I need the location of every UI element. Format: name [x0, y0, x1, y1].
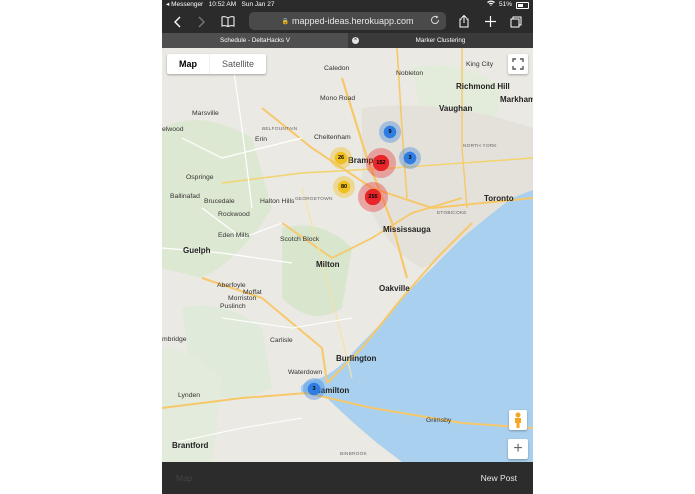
fullscreen-icon — [512, 58, 524, 70]
new-post-button[interactable]: New Post — [481, 462, 517, 494]
map-label-ballinafad: Ballinafad — [170, 193, 200, 200]
fullscreen-button[interactable] — [508, 54, 528, 74]
pegman-icon — [515, 412, 521, 428]
wifi-icon — [486, 0, 495, 10]
map-label-north-york: NORTH YORK — [463, 144, 497, 149]
map-label-halton-hills: Halton Hills — [260, 198, 295, 205]
battery-percent: 51% — [498, 1, 512, 8]
map-label-elwood: elwood — [162, 126, 184, 133]
map-label-waterdown: Waterdown — [288, 369, 323, 376]
ipad-screen: ◂ Messenger 10:52 AM Sun Jan 27 51% 🔒 ma… — [162, 0, 533, 494]
status-date: Sun Jan 27 — [241, 1, 275, 8]
map-label-rockwood: Rockwood — [218, 211, 250, 218]
map-label-king-city: King City — [466, 61, 494, 68]
map-type-map-button[interactable]: Map — [167, 54, 209, 74]
lock-icon: 🔒 — [281, 18, 289, 25]
map-label-brucedale: Brucedale — [204, 198, 235, 205]
new-tab-plus-icon[interactable] — [483, 10, 497, 33]
map-label-belfountain: BELFOUNTAIN — [262, 127, 298, 132]
map-type-control: Map Satellite — [167, 54, 267, 74]
google-map[interactable]: Map Satellite Nobleton King City Richmon… — [162, 48, 533, 462]
marker-cluster[interactable]: 3 — [399, 147, 421, 169]
map-label-markham: Markham — [500, 95, 533, 104]
map-label-brantford: Brantford — [172, 441, 209, 450]
zoom-in-button[interactable]: + — [508, 439, 528, 459]
marker-cluster[interactable]: 152 — [366, 148, 396, 178]
marker-cluster[interactable]: 26 — [330, 147, 352, 169]
url-text: mapped-ideas.herokuapp.com — [291, 16, 414, 26]
map-label-mono-road: Mono Road — [320, 95, 356, 102]
tabs-overview-icon[interactable] — [509, 10, 523, 33]
map-label-nobleton: Nobleton — [396, 70, 424, 77]
map-label-richmond-hill: Richmond Hill — [456, 82, 510, 91]
app-bottom-bar: Map New Post — [162, 462, 533, 494]
map-label-georgetown: GEORGETOWN — [295, 197, 333, 202]
map-label-binbrook: BINBROOK — [340, 452, 367, 457]
bottom-map-link[interactable]: Map — [176, 462, 193, 494]
status-bar: ◂ Messenger 10:52 AM Sun Jan 27 51% — [162, 0, 533, 10]
map-label-oakville: Oakville — [379, 284, 410, 293]
status-time: 10:52 AM — [208, 1, 237, 8]
map-label-caledon: Caledon — [324, 65, 350, 72]
map-label-vaughan: Vaughan — [439, 104, 473, 113]
map-label-morriston: Morriston — [228, 295, 257, 302]
map-label-ospringe: Ospringe — [186, 174, 214, 181]
map-label-etobicoke: ETOBICOKE — [437, 211, 467, 216]
map-label-mississauga: Mississauga — [383, 225, 431, 234]
marker-cluster[interactable]: 3 — [303, 378, 325, 400]
browser-toolbar: 🔒 mapped-ideas.herokuapp.com — [162, 10, 533, 33]
reload-icon[interactable] — [430, 15, 440, 27]
battery-icon — [516, 1, 529, 9]
map-label-guelph: Guelph — [183, 246, 211, 255]
map-label-cambridge: mbridge — [162, 336, 187, 343]
marker-cluster[interactable]: 80 — [333, 176, 355, 198]
tab-schedule-deltahacks[interactable]: Schedule - DeltaHacks V — [162, 33, 348, 48]
map-label-scotch-block: Scotch Block — [280, 236, 320, 243]
map-label-carlisle: Carlisle — [270, 337, 293, 344]
map-label-burlington: Burlington — [336, 354, 377, 363]
map-label-erin: Erin — [255, 136, 268, 143]
marker-cluster[interactable]: 255 — [358, 182, 388, 212]
marker-cluster[interactable]: 9 — [379, 121, 401, 143]
forward-chevron-icon[interactable] — [195, 10, 209, 33]
map-label-marsville: Marsville — [192, 110, 219, 117]
back-to-app-link[interactable]: ◂ Messenger — [166, 1, 203, 8]
map-label-lynden: Lynden — [178, 392, 201, 399]
back-chevron-icon[interactable] — [170, 10, 184, 33]
map-label-grimsby: Grimsby — [426, 417, 452, 424]
close-tab-icon[interactable]: × — [352, 37, 359, 44]
map-label-puslinch: Puslinch — [220, 303, 246, 310]
map-label-eden-mills: Eden Mills — [218, 232, 250, 239]
browser-tab-strip: Schedule - DeltaHacks V × Marker Cluster… — [162, 33, 533, 48]
street-view-pegman[interactable] — [509, 410, 527, 430]
map-label-toronto: Toronto — [484, 194, 514, 203]
map-label-aberfoyle: Aberfoyle — [217, 282, 246, 289]
bookmarks-book-icon[interactable] — [219, 10, 237, 33]
tab-marker-clustering-label: Marker Clustering — [415, 37, 466, 44]
map-label-milton: Milton — [316, 260, 340, 269]
share-icon[interactable] — [457, 10, 471, 33]
map-label-cheltenham: Cheltenham — [314, 134, 351, 141]
tab-marker-clustering[interactable]: × Marker Clustering — [348, 33, 533, 48]
map-type-satellite-button[interactable]: Satellite — [209, 54, 266, 74]
address-bar[interactable]: 🔒 mapped-ideas.herokuapp.com — [249, 12, 446, 30]
